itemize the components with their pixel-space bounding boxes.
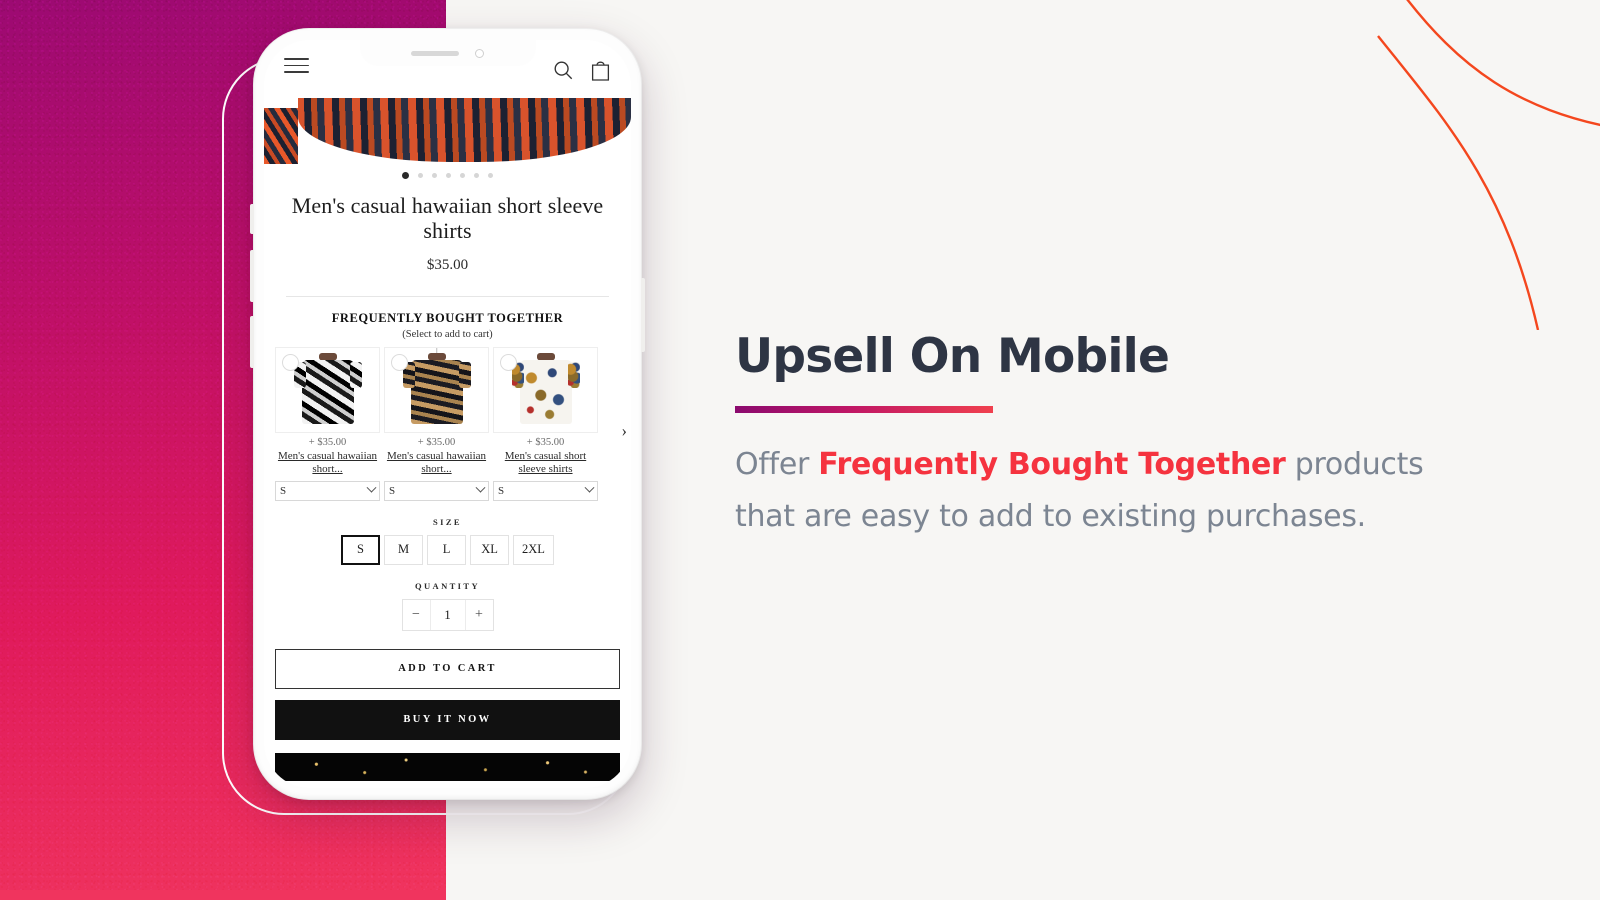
marketing-content: Upsell On Mobile Offer Frequently Bought… [735, 332, 1435, 543]
shopping-bag-icon[interactable] [590, 58, 611, 81]
description-prefix: Offer [735, 447, 819, 483]
quantity-increase-button[interactable]: + [466, 600, 493, 630]
gallery-dot[interactable] [488, 172, 493, 178]
product-title: Men's casual hawaiian short sleeve shirt… [291, 193, 604, 243]
frequently-bought-together-section: FREQUENTLY BOUGHT TOGETHER (Select to ad… [264, 297, 631, 501]
fbt-image-box[interactable] [275, 347, 380, 434]
page-footer-image [275, 752, 620, 781]
chevron-down-icon [366, 482, 377, 493]
size-options: S M L XL 2XL [264, 534, 631, 565]
earpiece-speaker [411, 50, 459, 56]
fbt-size-select[interactable]: S [493, 480, 598, 501]
gallery-dot[interactable] [418, 172, 423, 178]
chevron-down-icon [584, 482, 595, 493]
page-title: Upsell On Mobile [735, 329, 1170, 384]
search-icon[interactable] [552, 59, 574, 81]
fbt-price: + $35.00 [526, 437, 565, 449]
fbt-image-box[interactable] [493, 347, 598, 434]
quantity-stepper: − 1 + [401, 598, 494, 631]
gallery-dots[interactable] [264, 164, 631, 186]
decorative-curves [1377, 0, 1600, 330]
phone-notch [359, 40, 536, 66]
fbt-card[interactable]: + $35.00 Men's casual short sleeve shirt… [493, 347, 598, 501]
action-buttons: ADD TO CART BUY IT NOW [264, 648, 631, 781]
fbt-size-value: S [498, 484, 505, 497]
size-option-2xl[interactable]: 2XL [513, 534, 554, 565]
fbt-subtitle: (Select to add to cart) [402, 329, 493, 341]
fbt-card-row: + $35.00 Men's casual hawaiian short... … [275, 347, 627, 501]
marketing-description: Offer Frequently Bought Together product… [735, 439, 1435, 542]
fbt-size-value: S [389, 484, 396, 497]
description-highlight: Frequently Bought Together [818, 447, 1286, 483]
buy-it-now-button[interactable]: BUY IT NOW [275, 699, 620, 740]
quantity-decrease-button[interactable]: − [403, 600, 430, 630]
fbt-product-image [511, 353, 580, 427]
product-gallery[interactable] [264, 98, 631, 164]
fbt-card[interactable]: + $35.00 Men's casual hawaiian short... … [384, 347, 489, 501]
header-actions [552, 58, 611, 81]
fbt-size-value: S [280, 484, 287, 497]
fbt-price: + $35.00 [417, 437, 456, 449]
phone-power-button [641, 278, 645, 352]
phone-silent-switch [250, 204, 254, 234]
fbt-size-select[interactable]: S [275, 480, 380, 501]
fbt-product-name[interactable]: Men's casual hawaiian short... [275, 450, 380, 476]
product-info: Men's casual hawaiian short sleeve shirt… [264, 186, 631, 298]
front-camera [475, 48, 484, 58]
gallery-dot[interactable] [432, 172, 437, 178]
quantity-label: QUANTITY [414, 580, 480, 591]
product-price: $35.00 [426, 257, 469, 274]
phone-volume-down-button [250, 316, 254, 368]
size-option-s[interactable]: S [341, 534, 381, 565]
fbt-product-name[interactable]: Men's casual hawaiian short... [384, 450, 489, 476]
fbt-product-image [402, 348, 471, 427]
chevron-down-icon [475, 482, 486, 493]
gallery-dot[interactable] [446, 172, 451, 178]
fbt-image-box[interactable] [384, 347, 489, 434]
size-option-m[interactable]: M [384, 534, 424, 565]
size-option-xl[interactable]: XL [470, 534, 510, 565]
phone-volume-up-button [250, 250, 254, 302]
fbt-title: FREQUENTLY BOUGHT TOGETHER [331, 311, 564, 326]
fbt-product-name[interactable]: Men's casual short sleeve shirts [493, 450, 598, 476]
bottom-accent-strip [0, 890, 446, 900]
gallery-main-image[interactable] [298, 98, 631, 162]
size-option-l[interactable]: L [427, 534, 467, 565]
quantity-stepper-wrap: − 1 + [264, 598, 631, 631]
quantity-value[interactable]: 1 [429, 599, 466, 630]
fbt-price: + $35.00 [308, 437, 347, 449]
gallery-dot-active[interactable] [402, 171, 409, 179]
phone-mockup: Men's casual hawaiian short sleeve shirt… [250, 28, 645, 800]
fbt-card[interactable]: + $35.00 Men's casual hawaiian short... … [275, 347, 380, 501]
gallery-dot[interactable] [460, 172, 465, 178]
accent-divider [735, 406, 993, 414]
phone-screen: Men's casual hawaiian short sleeve shirt… [264, 40, 631, 788]
hamburger-icon[interactable] [284, 58, 309, 73]
gallery-dot[interactable] [474, 172, 479, 178]
size-label: SIZE [433, 516, 462, 527]
fbt-size-select[interactable]: S [384, 480, 489, 501]
gallery-thumbnail[interactable] [264, 108, 298, 164]
add-to-cart-button[interactable]: ADD TO CART [275, 648, 620, 689]
fbt-next-arrow-icon[interactable]: › [621, 421, 627, 441]
fbt-product-image [293, 353, 362, 427]
